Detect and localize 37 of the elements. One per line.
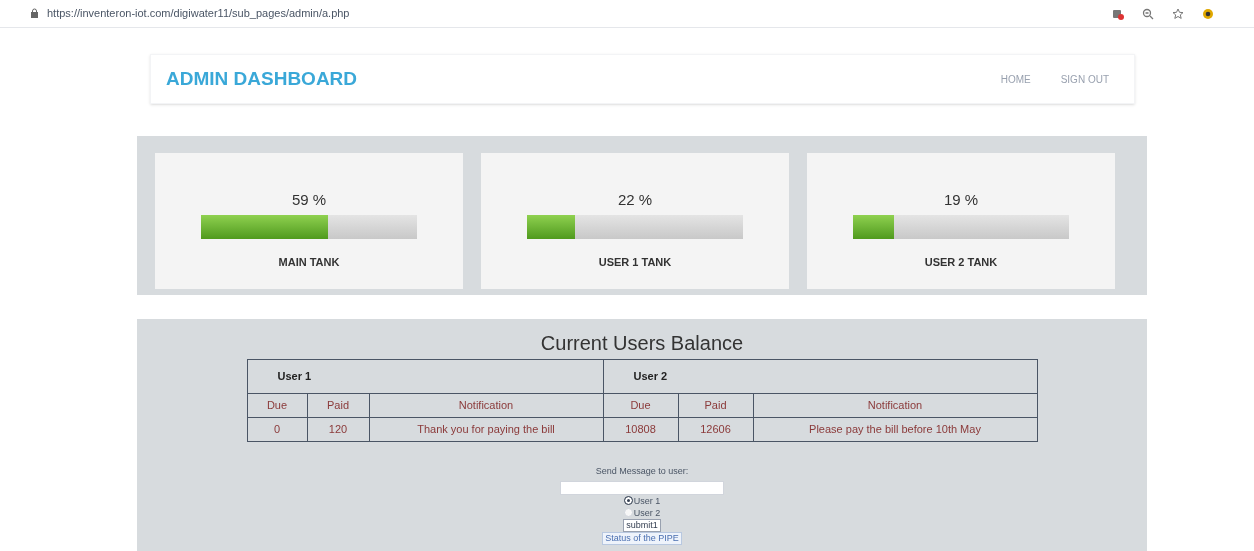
zoom-icon[interactable] [1142,7,1154,20]
tank-reading: 22 % [617,190,653,210]
status-link[interactable]: Status of the PIPE [602,531,682,545]
message-field[interactable] [560,480,724,495]
tank-name: MAIN TANK [278,255,340,270]
column-header: Paid [307,393,369,418]
extension-icon[interactable] [1202,7,1214,20]
radio-label: User 2 [633,506,661,519]
lock-icon [30,8,39,19]
tank-reading: 19 % [943,190,979,210]
dashboard-title: ADMIN DASHBOARD [166,66,358,91]
table-cell: 10808 [603,417,678,442]
table-cell: Please pay the bill before 10th May [753,417,1037,442]
nav-link[interactable]: SIGN OUT [1060,71,1109,87]
tank-name: USER 1 TANK [598,255,672,270]
tank-name: USER 2 TANK [924,255,998,270]
table-cell: 12606 [678,417,753,442]
table-header: User 2 [603,359,1037,394]
blocked-icon[interactable] [1112,7,1124,20]
radio-label: User 1 [633,494,661,507]
table-header: User 1 [247,359,603,394]
submit-button[interactable]: submit1 [623,518,661,532]
radio-button[interactable] [623,496,633,505]
table-cell: Thank you for paying the bill [369,417,603,442]
tank-reading: 59 % [291,190,327,210]
section-title: Current Users Balance [540,331,744,356]
column-header: Notification [369,393,603,418]
table-cell: 0 [247,417,307,442]
column-header: Due [603,393,678,418]
star-icon[interactable] [1172,7,1184,20]
column-header: Notification [753,393,1037,418]
nav-link[interactable]: HOME [1000,71,1031,87]
form-label: Send Message to user: [595,465,689,478]
column-header: Due [247,393,307,418]
column-header: Paid [678,393,753,418]
url-text[interactable]: https://inventeron-iot.com/digiwater11/sub_pages/admin/a.php [47,5,350,22]
table-cell: 120 [307,417,369,442]
